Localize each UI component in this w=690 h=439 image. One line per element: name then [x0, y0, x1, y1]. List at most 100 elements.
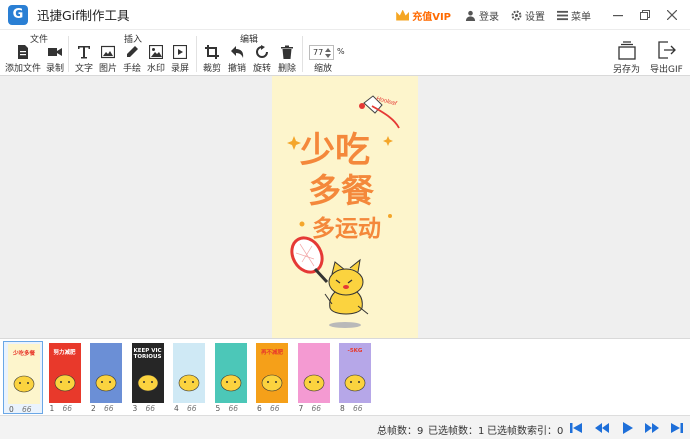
frame-thumbnail[interactable]: 再不减肥666 ms [252, 341, 292, 422]
draw-button[interactable]: 手绘 [123, 45, 141, 74]
delete-button[interactable]: 删除 [278, 45, 296, 74]
export-icon [658, 41, 677, 59]
frame-thumbnail[interactable]: 566 ms [211, 341, 251, 422]
save-as-button[interactable]: 另存为 [613, 40, 640, 75]
frame-image: 少吃多餐 [8, 344, 40, 404]
zoom-unit: % [337, 47, 345, 56]
add-file-label: 添加文件 [5, 64, 42, 74]
frame-caption: -5KG [347, 348, 363, 354]
group-label-insert: 插入 [124, 35, 143, 45]
export-gif-button[interactable]: 导出GIF [650, 40, 683, 75]
toolbar: 文件 插入 编辑 添加文件 录制 文字 图片 手绘 水印 录屏 裁剪 撤销 旋转 [0, 30, 690, 76]
rotate-icon [256, 45, 268, 58]
preview-text-line1: 少吃 [300, 131, 370, 171]
hamburger-icon [557, 10, 568, 20]
frame-thumbnail[interactable]: 466 ms [169, 341, 209, 422]
frame-cat-icon [220, 374, 241, 392]
vip-button[interactable]: 充值VIP [396, 8, 451, 23]
crop-button[interactable]: 裁剪 [203, 45, 221, 74]
cat-mascot [324, 258, 369, 328]
frame-index: 3 [132, 404, 138, 413]
document-icon [18, 45, 28, 59]
frame-index: 7 [298, 404, 304, 413]
film-icon [173, 45, 187, 59]
close-icon [667, 10, 677, 20]
status-bar: 总帧数：9 已选帧数：1 已选帧数索引：0 [0, 415, 690, 439]
video-camera-icon [48, 48, 62, 56]
crown-icon [396, 9, 410, 21]
save-as-label: 另存为 [613, 65, 641, 75]
watermark-label: 水印 [147, 64, 166, 74]
frame-image: 再不减肥 [256, 343, 288, 403]
last-frame-icon[interactable] [670, 421, 684, 435]
group-label-file: 文件 [30, 35, 49, 45]
settings-label: 设置 [525, 11, 545, 23]
vip-label: 充值VIP [412, 11, 451, 23]
separator [302, 36, 303, 72]
screen-record-label: 录屏 [171, 64, 190, 74]
frame-thumbnail[interactable]: 266 ms [86, 341, 126, 422]
text-icon [78, 46, 90, 59]
user-icon [465, 10, 476, 21]
frame-thumbnail[interactable]: 766 ms [294, 341, 334, 422]
frame-image [297, 343, 330, 403]
menu-button[interactable]: 菜单 [557, 8, 591, 23]
menu-label: 菜单 [571, 11, 591, 23]
frame-image [214, 343, 247, 403]
frame-caption: 再不减肥 [260, 350, 283, 356]
frame-image: -5KG [339, 343, 371, 403]
login-button[interactable]: 登录 [465, 8, 499, 23]
record-label: 录制 [46, 64, 65, 74]
frame-cat-icon [303, 374, 324, 392]
spinner-arrows-icon[interactable] [325, 47, 331, 59]
previous-frame-icon[interactable] [595, 421, 609, 435]
separator [68, 36, 69, 72]
screen-record-button[interactable]: 录屏 [171, 45, 189, 74]
undo-label: 撤销 [228, 64, 247, 74]
login-label: 登录 [479, 11, 499, 23]
zoom-input[interactable]: 77 [309, 45, 334, 60]
close-button[interactable] [660, 0, 684, 30]
frame-index: 1 [49, 404, 55, 413]
record-button[interactable]: 录制 [46, 45, 64, 74]
frame-thumbnail[interactable]: KEEP VICTORIOUS366 ms [128, 341, 168, 422]
frame-thumbnail[interactable]: 少吃多餐066 ms [3, 341, 43, 423]
total-frames-text: 总帧数：9 [377, 426, 424, 437]
frame-image [173, 343, 205, 403]
stack-icon [617, 41, 636, 60]
insert-image-button[interactable]: 图片 [99, 45, 117, 74]
frame-cat-icon [95, 374, 117, 392]
gif-preview-image[interactable]: Hooleaf 少吃 多餐 多运动 [272, 76, 418, 338]
rotate-label: 旋转 [253, 64, 272, 74]
selected-frames-text: 已选帧数：1 [428, 426, 485, 437]
frame-index: 4 [174, 404, 179, 413]
insert-text-button[interactable]: 文字 [75, 45, 93, 74]
rotate-button[interactable]: 旋转 [253, 45, 271, 74]
frame-caption: KEEP VICTORIOUS [133, 348, 162, 360]
minimize-button[interactable] [606, 0, 630, 30]
gear-icon [511, 10, 522, 20]
frame-cat-icon [178, 374, 200, 392]
maximize-button[interactable] [633, 0, 657, 30]
watermark-icon [149, 45, 163, 59]
crop-label: 裁剪 [203, 64, 222, 74]
frame-thumbnail[interactable]: -5KG866 ms [335, 341, 375, 422]
trash-icon [281, 45, 293, 59]
preview-text-line3: 多运动 [312, 215, 381, 242]
undo-button[interactable]: 撤销 [228, 45, 246, 74]
watermark-button[interactable]: 水印 [147, 45, 165, 74]
insert-text-label: 文字 [75, 64, 94, 74]
restore-icon [640, 10, 650, 20]
add-file-button[interactable]: 添加文件 [5, 45, 41, 74]
frame-index: 8 [340, 404, 345, 413]
first-frame-icon[interactable] [569, 421, 583, 435]
separator [196, 36, 197, 72]
settings-button[interactable]: 设置 [511, 8, 545, 23]
zoom-value: 77 [313, 48, 324, 57]
frame-thumbnail[interactable]: 努力减肥166 ms [45, 341, 85, 422]
frame-caption: 少吃多餐 [12, 351, 35, 357]
insert-image-label: 图片 [99, 64, 118, 74]
frame-image: KEEP VICTORIOUS [131, 343, 164, 403]
next-frame-icon[interactable] [645, 421, 659, 435]
play-icon[interactable] [620, 421, 634, 435]
